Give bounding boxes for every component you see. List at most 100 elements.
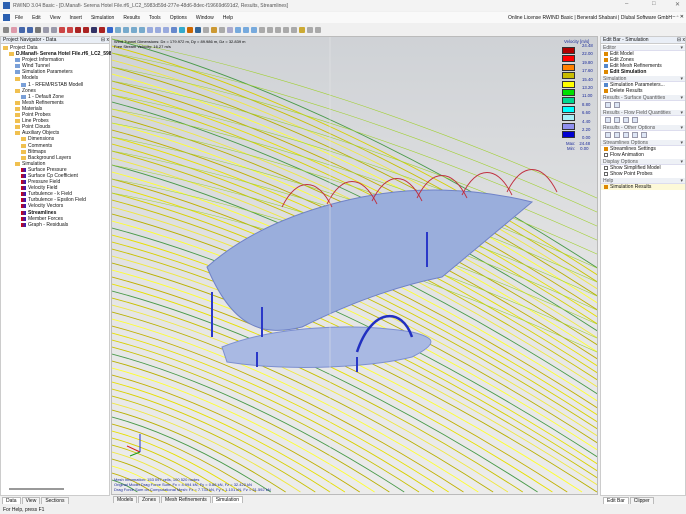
collapse-icon[interactable]: ▾	[680, 45, 683, 51]
toolbar-button-icon[interactable]	[91, 26, 97, 33]
tab-models[interactable]: Models	[113, 496, 138, 503]
toolbar-button-icon[interactable]	[131, 26, 137, 33]
toolbar-button-icon[interactable]	[219, 26, 225, 33]
maximize-button[interactable]: □	[652, 1, 656, 7]
tab-sections[interactable]: Sections	[41, 497, 69, 504]
result-option-button[interactable]	[614, 117, 620, 123]
tree-item-label: 1 - RFEM/RSTAB Modell	[28, 81, 84, 88]
checkbox-row[interactable]: Show Point Probes	[601, 171, 685, 177]
editbar-item[interactable]: Delete Results	[601, 88, 685, 94]
toolbar-button-icon[interactable]	[227, 26, 233, 33]
result-option-button[interactable]	[614, 132, 620, 138]
result-option-button[interactable]	[632, 132, 638, 138]
toolbar-button-icon[interactable]	[211, 26, 217, 33]
result-option-button[interactable]	[623, 117, 629, 123]
toolbar-button-icon[interactable]	[259, 26, 265, 33]
checkbox[interactable]	[604, 172, 608, 176]
tree-item[interactable]: Graph - Residuals	[1, 222, 109, 228]
toolbar-button-icon[interactable]	[43, 26, 49, 33]
toolbar-button-icon[interactable]	[27, 26, 33, 33]
toolbar-button-icon[interactable]	[67, 26, 73, 33]
close-button[interactable]: ✕	[675, 1, 680, 8]
toolbar-button-icon[interactable]	[187, 26, 193, 33]
result-option-button[interactable]	[605, 117, 611, 123]
toolbar-button-icon[interactable]	[155, 26, 161, 33]
collapse-icon[interactable]: ▾	[680, 125, 683, 131]
menu-help[interactable]: Help	[223, 15, 233, 21]
toolbar-button-icon[interactable]	[179, 26, 185, 33]
menu-file[interactable]: File	[15, 15, 23, 21]
toolbar-button-icon[interactable]	[299, 26, 305, 33]
collapse-icon[interactable]: ▾	[680, 110, 683, 116]
toolbar-button-icon[interactable]	[107, 26, 113, 33]
tab-edit-bar[interactable]: Edit Bar	[603, 497, 629, 504]
result-option-button[interactable]	[641, 132, 647, 138]
toolbar-button-icon[interactable]	[251, 26, 257, 33]
menu-edit[interactable]: Edit	[32, 15, 41, 21]
menu-results[interactable]: Results	[123, 15, 140, 21]
checkbox[interactable]	[604, 153, 608, 157]
toolbar-button-icon[interactable]	[291, 26, 297, 33]
menu-options[interactable]: Options	[170, 15, 187, 21]
collapse-icon[interactable]: ▾	[680, 140, 683, 146]
collapse-icon[interactable]: ▾	[680, 76, 683, 82]
tab-mesh-refinements[interactable]: Mesh Refinements	[161, 496, 211, 503]
toolbar-button-icon[interactable]	[35, 26, 41, 33]
result-option-button[interactable]	[605, 102, 611, 108]
toolbar-button-icon[interactable]	[3, 26, 9, 33]
button-row	[601, 116, 685, 124]
collapse-icon[interactable]: ▾	[680, 159, 683, 165]
tab-clipper[interactable]: Clipper	[629, 497, 654, 504]
navigator-pin-button[interactable]: ⊟ x	[101, 37, 109, 43]
menu-insert[interactable]: Insert	[69, 15, 82, 21]
result-option-button[interactable]	[623, 132, 629, 138]
result-option-button[interactable]	[605, 132, 611, 138]
tab-simulation[interactable]: Simulation	[211, 496, 244, 503]
mdi-controls[interactable]: – ▫ ✕	[672, 14, 684, 20]
toolbar-button-icon[interactable]	[171, 26, 177, 33]
toolbar-button-icon[interactable]	[203, 26, 209, 33]
toolbar-button-icon[interactable]	[99, 26, 105, 33]
result-option-button[interactable]	[632, 117, 638, 123]
collapse-icon[interactable]: ▾	[680, 95, 683, 101]
toolbar-button-icon[interactable]	[307, 26, 313, 33]
toolbar-button-icon[interactable]	[315, 26, 321, 33]
editbar-item[interactable]: Simulation Results	[601, 184, 685, 190]
toolbar-button-icon[interactable]	[115, 26, 121, 33]
editbar-item[interactable]: Edit Simulation	[601, 69, 685, 75]
toolbar-button-icon[interactable]	[275, 26, 281, 33]
checkbox-row[interactable]: Flow Animation	[601, 152, 685, 158]
tab-data[interactable]: Data	[2, 497, 21, 504]
tab-view[interactable]: View	[21, 497, 41, 504]
menu-tools[interactable]: Tools	[149, 15, 161, 21]
streamlines-scene[interactable]	[112, 37, 598, 495]
toolbar-button-icon[interactable]	[267, 26, 273, 33]
toolbar-button-icon[interactable]	[195, 26, 201, 33]
toolbar-button-icon[interactable]	[163, 26, 169, 33]
collapse-icon[interactable]: ▾	[680, 178, 683, 184]
menu-window[interactable]: Window	[196, 15, 214, 21]
toolbar-button-icon[interactable]	[51, 26, 57, 33]
toolbar-button-icon[interactable]	[235, 26, 241, 33]
menu-view[interactable]: View	[50, 15, 61, 21]
horizontal-scrollbar[interactable]	[9, 488, 64, 490]
menu-simulation[interactable]: Simulation	[91, 15, 114, 21]
checkbox[interactable]	[604, 166, 608, 170]
3d-viewport[interactable]: Wind Tunnel Dimensions: Dx = 179.972 m, …	[111, 36, 598, 495]
result-option-button[interactable]	[614, 102, 620, 108]
toolbar-button-icon[interactable]	[243, 26, 249, 33]
toolbar-button-icon[interactable]	[11, 26, 17, 33]
toolbar-button-icon[interactable]	[19, 26, 25, 33]
tab-zones[interactable]: Zones	[138, 496, 161, 503]
app-menu-icon[interactable]	[3, 14, 10, 21]
minimize-button[interactable]: –	[625, 1, 628, 7]
toolbar-button-icon[interactable]	[59, 26, 65, 33]
toolbar-button-icon[interactable]	[283, 26, 289, 33]
toolbar-button-icon[interactable]	[147, 26, 153, 33]
toolbar-button-icon[interactable]	[123, 26, 129, 33]
toolbar-button-icon[interactable]	[139, 26, 145, 33]
editbar-pin-button[interactable]: ⊟ x	[677, 37, 685, 43]
legend-color-swatch	[562, 63, 575, 71]
toolbar-button-icon[interactable]	[83, 26, 89, 33]
toolbar-button-icon[interactable]	[75, 26, 81, 33]
